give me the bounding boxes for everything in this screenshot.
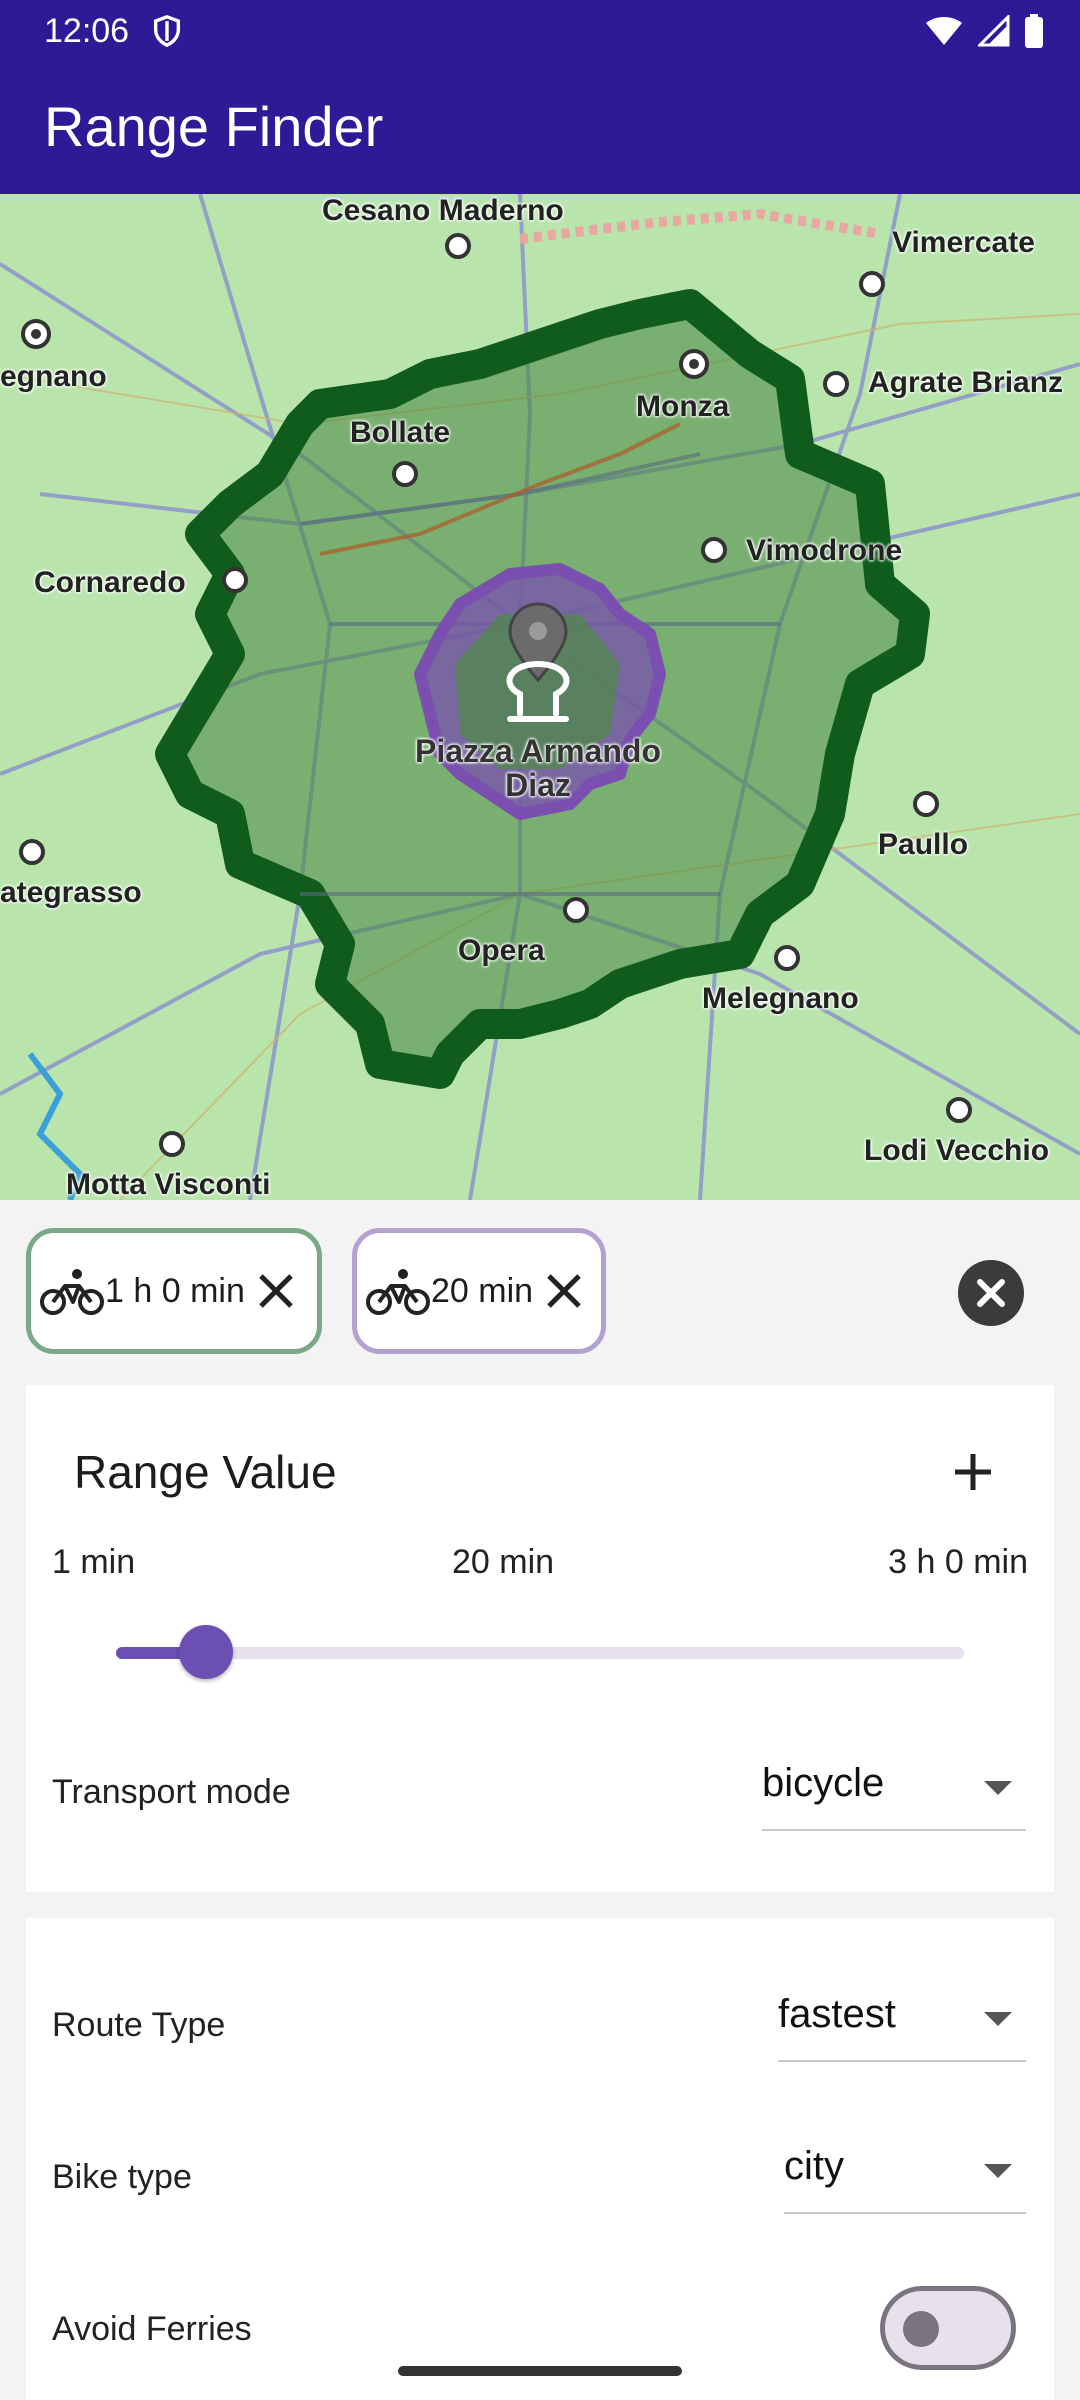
avoid-ferries-label: Avoid Ferries bbox=[52, 2310, 252, 2348]
route-options-card: Route Type fastest Bike type city Avoid … bbox=[26, 1918, 1054, 2400]
range-slider-thumb[interactable] bbox=[178, 1625, 233, 1679]
route-type-label: Route Type bbox=[52, 2006, 226, 2044]
close-icon[interactable] bbox=[253, 1268, 299, 1314]
map-label: Motta Visconti bbox=[66, 1168, 271, 1200]
map-label: ategrasso bbox=[0, 876, 142, 909]
map-label: egnano bbox=[0, 360, 107, 393]
bike-type-dropdown[interactable]: city bbox=[784, 2138, 1026, 2214]
transport-mode-value: bicycle bbox=[762, 1761, 885, 1805]
map-graphics bbox=[0, 194, 1080, 1200]
route-type-dropdown[interactable]: fastest bbox=[778, 1986, 1026, 2062]
transport-mode-label: Transport mode bbox=[52, 1773, 291, 1811]
clear-all-button[interactable] bbox=[958, 1260, 1024, 1326]
app-title: Range Finder bbox=[44, 95, 384, 158]
range-slider-track[interactable] bbox=[116, 1647, 964, 1659]
wifi-icon bbox=[926, 17, 962, 45]
map-label: Paullo bbox=[878, 828, 969, 861]
chevron-down-icon bbox=[984, 2164, 1012, 2178]
bike-type-value: city bbox=[784, 2144, 844, 2188]
cancel-icon bbox=[977, 1279, 1005, 1307]
map-label: Cornaredo bbox=[34, 566, 186, 599]
map-label: Vimodrone bbox=[746, 534, 903, 567]
status-icons bbox=[924, 14, 1044, 48]
center-label-line1: Piazza Armando bbox=[415, 733, 661, 769]
shield-icon bbox=[153, 15, 181, 48]
bike-type-label: Bike type bbox=[52, 2158, 192, 2196]
add-range-button[interactable] bbox=[938, 1437, 1008, 1507]
chip-label: 20 min bbox=[431, 1271, 534, 1310]
app-bar: Range Finder bbox=[0, 62, 1080, 194]
slider-max-label: 3 h 0 min bbox=[888, 1543, 1028, 1581]
battery-icon bbox=[1025, 14, 1043, 48]
range-chips-row: 1 h 0 min 20 min bbox=[0, 1200, 1080, 1376]
bicycle-icon bbox=[40, 1269, 104, 1315]
gesture-bar[interactable] bbox=[398, 2366, 682, 2376]
map-label: Monza bbox=[636, 390, 730, 423]
chevron-down-icon bbox=[984, 2012, 1012, 2026]
map-label: Opera bbox=[458, 934, 545, 967]
signal-icon bbox=[978, 15, 1010, 47]
toggle-knob bbox=[903, 2311, 939, 2347]
map-view[interactable]: Cesano Maderno Vimercate egnano Agrate B… bbox=[0, 194, 1080, 1200]
bicycle-icon bbox=[366, 1269, 430, 1315]
range-chip[interactable]: 1 h 0 min bbox=[26, 1228, 322, 1354]
transport-mode-dropdown[interactable]: bicycle bbox=[762, 1755, 1026, 1831]
map-label: Lodi Vecchio bbox=[864, 1134, 1050, 1167]
slider-min-label: 1 min bbox=[52, 1543, 136, 1581]
range-value-card: Range Value 1 min 20 min 3 h 0 min Trans… bbox=[26, 1385, 1054, 1892]
map-label: Melegnano bbox=[702, 982, 859, 1015]
center-label-line2: Diaz bbox=[505, 767, 571, 803]
map-label: Bollate bbox=[350, 416, 451, 449]
route-type-value: fastest bbox=[778, 1992, 896, 2036]
status-time: 12:06 bbox=[44, 12, 130, 50]
range-value-title: Range Value bbox=[74, 1446, 337, 1498]
slider-current-label: 20 min bbox=[452, 1543, 555, 1581]
center-place-label: Piazza Armando Diaz bbox=[398, 734, 678, 802]
avoid-ferries-toggle[interactable] bbox=[880, 2286, 1016, 2370]
chip-label: 1 h 0 min bbox=[105, 1271, 245, 1310]
status-bar: 12:06 bbox=[0, 0, 1080, 62]
chevron-down-icon bbox=[984, 1781, 1012, 1795]
close-icon[interactable] bbox=[541, 1268, 587, 1314]
map-label: Cesano Maderno bbox=[322, 194, 564, 227]
map-label: Agrate Brianz bbox=[868, 366, 1064, 399]
map-label: Vimercate bbox=[892, 226, 1035, 259]
range-chip[interactable]: 20 min bbox=[352, 1228, 606, 1354]
